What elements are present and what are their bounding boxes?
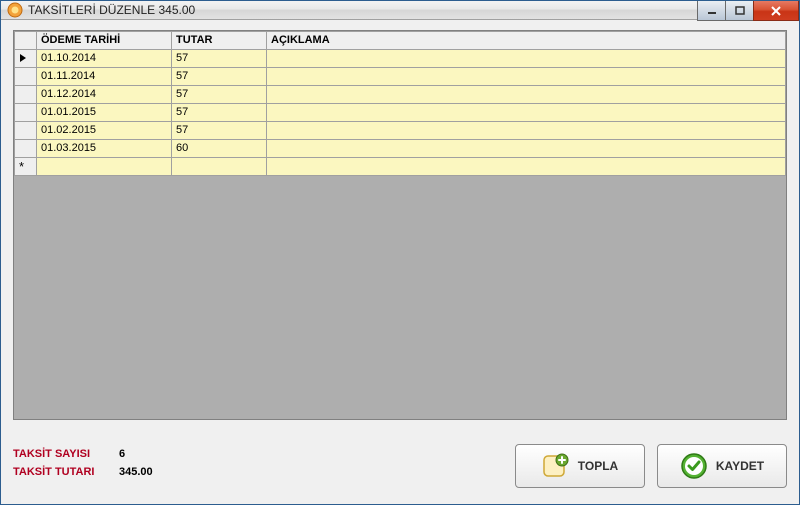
cell-amount[interactable]: 57 [172, 50, 267, 68]
close-button[interactable] [753, 1, 799, 21]
cell-desc[interactable] [267, 122, 786, 140]
table-row-new[interactable]: * [15, 158, 786, 176]
row-indicator [15, 104, 37, 122]
row-indicator-new: * [15, 158, 37, 176]
row-indicator [15, 68, 37, 86]
cell-desc[interactable] [267, 158, 786, 176]
cell-amount[interactable]: 57 [172, 68, 267, 86]
save-button[interactable]: KAYDET [657, 444, 787, 488]
cell-date[interactable]: 01.01.2015 [37, 104, 172, 122]
stats: TAKSİT SAYISI 6 TAKSİT TUTARI 345.00 [13, 448, 153, 484]
total-label: TAKSİT TUTARI [13, 466, 113, 478]
content-area: ÖDEME TARİHİ TUTAR AÇIKLAMA 01.10.2014 5… [1, 20, 799, 504]
count-value: 6 [119, 448, 125, 460]
grid-header-row: ÖDEME TARİHİ TUTAR AÇIKLAMA [15, 32, 786, 50]
cell-date[interactable]: 01.02.2015 [37, 122, 172, 140]
cell-date[interactable]: 01.10.2014 [37, 50, 172, 68]
main-window: TAKSİTLERİ DÜZENLE 345.00 ÖDEME TARİHİ T… [0, 0, 800, 505]
cell-date[interactable]: 01.11.2014 [37, 68, 172, 86]
cell-desc[interactable] [267, 104, 786, 122]
table-row[interactable]: 01.12.2014 57 [15, 86, 786, 104]
maximize-icon [735, 6, 745, 16]
footer: TAKSİT SAYISI 6 TAKSİT TUTARI 345.00 [13, 438, 787, 494]
row-indicator [15, 122, 37, 140]
sum-icon [542, 452, 570, 480]
cell-desc[interactable] [267, 86, 786, 104]
total-value: 345.00 [119, 466, 153, 478]
cell-amount[interactable]: 57 [172, 122, 267, 140]
installments-grid[interactable]: ÖDEME TARİHİ TUTAR AÇIKLAMA 01.10.2014 5… [13, 30, 787, 420]
table-row[interactable]: 01.11.2014 57 [15, 68, 786, 86]
count-label: TAKSİT SAYISI [13, 448, 113, 460]
table-row[interactable]: 01.01.2015 57 [15, 104, 786, 122]
minimize-icon [707, 6, 717, 16]
table-row[interactable]: 01.10.2014 57 [15, 50, 786, 68]
cell-date[interactable] [37, 158, 172, 176]
row-indicator [15, 86, 37, 104]
table-row[interactable]: 01.03.2015 60 [15, 140, 786, 158]
cell-amount[interactable] [172, 158, 267, 176]
check-icon [680, 452, 708, 480]
pointer-icon [19, 53, 27, 63]
cell-amount[interactable]: 57 [172, 104, 267, 122]
window-controls [697, 1, 799, 21]
cell-desc[interactable] [267, 50, 786, 68]
cell-date[interactable]: 01.12.2014 [37, 86, 172, 104]
window-title: TAKSİTLERİ DÜZENLE 345.00 [28, 3, 195, 17]
save-button-label: KAYDET [716, 459, 764, 473]
table-row[interactable]: 01.02.2015 57 [15, 122, 786, 140]
close-icon [770, 5, 782, 17]
cell-desc[interactable] [267, 68, 786, 86]
col-header-desc[interactable]: AÇIKLAMA [267, 32, 786, 50]
sum-button[interactable]: TOPLA [515, 444, 645, 488]
row-header-blank [15, 32, 37, 50]
cell-date[interactable]: 01.03.2015 [37, 140, 172, 158]
row-indicator-current [15, 50, 37, 68]
row-indicator [15, 140, 37, 158]
col-header-amount[interactable]: TUTAR [172, 32, 267, 50]
cell-desc[interactable] [267, 140, 786, 158]
app-icon [7, 2, 23, 18]
sum-button-label: TOPLA [578, 459, 618, 473]
minimize-button[interactable] [697, 1, 725, 21]
cell-amount[interactable]: 60 [172, 140, 267, 158]
col-header-date[interactable]: ÖDEME TARİHİ [37, 32, 172, 50]
cell-amount[interactable]: 57 [172, 86, 267, 104]
maximize-button[interactable] [725, 1, 753, 21]
grid-empty-area [14, 176, 786, 420]
titlebar: TAKSİTLERİ DÜZENLE 345.00 [1, 1, 799, 20]
